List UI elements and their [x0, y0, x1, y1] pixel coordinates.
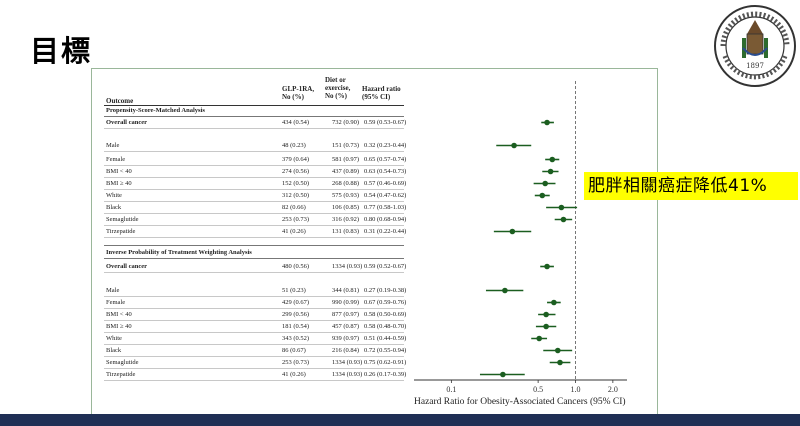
hr-point	[557, 359, 563, 366]
slide-title: 目標	[30, 34, 93, 68]
x-tick-label: 0.5	[533, 385, 543, 394]
x-tick-label: 1.0	[570, 385, 580, 394]
hr-point	[543, 323, 549, 330]
hr-point	[544, 263, 550, 270]
hr-point	[539, 192, 546, 199]
hr-point	[560, 216, 567, 223]
hr-point	[502, 287, 508, 294]
hr-point	[500, 371, 506, 378]
hr-point	[544, 119, 550, 126]
hr-point	[554, 347, 561, 354]
hr-point	[558, 204, 565, 211]
x-tick-label: 2.0	[608, 385, 618, 394]
hr-point	[551, 299, 557, 306]
hr-point	[536, 335, 542, 342]
footer-bar	[0, 414, 800, 426]
forest-plot: 0.1 0.5 1.0 2.0	[414, 81, 627, 394]
x-tick-label: 0.1	[446, 385, 456, 394]
hr-point	[511, 142, 517, 149]
hr-point	[547, 168, 554, 175]
hr-point	[549, 156, 556, 163]
university-seal-logo: 1897	[714, 5, 796, 87]
x-axis-title: Hazard Ratio for Obesity-Associated Canc…	[414, 397, 626, 407]
figure-panel: Outcome GLP-1RA, No (%) Diet or exercise…	[91, 68, 658, 415]
hr-point	[509, 228, 516, 235]
hr-point	[542, 180, 548, 187]
svg-text:1897: 1897	[746, 62, 764, 70]
hr-point	[543, 311, 549, 318]
highlight-annotation: 肥胖相關癌症降低41%	[584, 172, 798, 200]
